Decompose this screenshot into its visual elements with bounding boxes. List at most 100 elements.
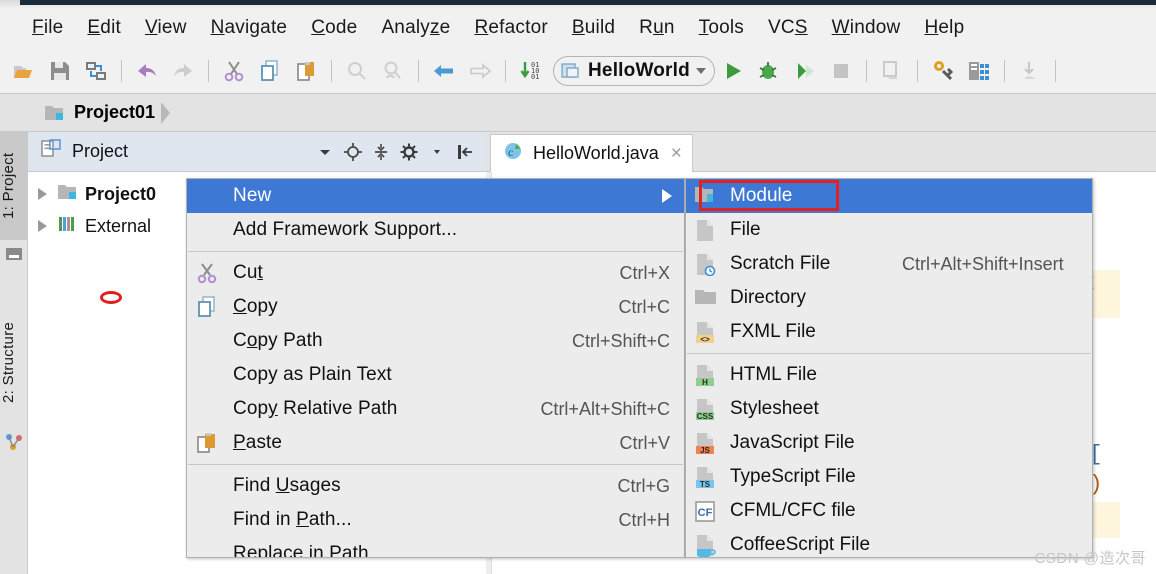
chevron-down-icon[interactable] (312, 139, 338, 165)
menu-item-shortcut: Ctrl+Shift+C (571, 330, 670, 351)
sidebar-item-project[interactable]: 1: Project (0, 132, 28, 240)
submenu-item-shortcut: Ctrl+Alt+Shift+Insert (902, 253, 1064, 274)
menu-edit[interactable]: Edit (75, 14, 133, 42)
css-file-icon: CSS (694, 398, 718, 421)
menu-item-copy-as-plain-text[interactable]: Copy as Plain Text (187, 358, 684, 392)
tool-window-stripe-left: 1: Project 2: Structure (0, 132, 28, 574)
menu-item-label: Find in Path... (233, 509, 352, 530)
cut-icon[interactable] (217, 54, 251, 88)
sync-refresh-icon[interactable] (79, 54, 113, 88)
submenu-item-coffeescript-file[interactable]: CoffeeScript File (686, 528, 1092, 557)
menu-help[interactable]: Help (912, 14, 976, 42)
hide-icon[interactable] (452, 139, 478, 165)
menu-item-find-usages[interactable]: Find Usages Ctrl+G (187, 469, 684, 503)
menu-navigate[interactable]: Navigate (199, 14, 300, 42)
run-icon[interactable] (716, 54, 750, 88)
submenu-item-label: CoffeeScript File (730, 534, 871, 555)
menu-file[interactable]: File (20, 14, 75, 42)
main-menu-bar: File Edit View Navigate Code Analyze Refactor B… (0, 8, 1156, 48)
project-structure-icon[interactable] (962, 54, 996, 88)
locate-icon[interactable] (340, 139, 366, 165)
submenu-item-typescript-file[interactable]: TS TypeScript File (686, 460, 1092, 494)
tab-helloworld-java[interactable]: c HelloWorld.java × (490, 134, 693, 172)
svg-text:01: 01 (531, 73, 539, 81)
open-folder-icon[interactable] (7, 54, 41, 88)
menu-item-copy-relative-path[interactable]: Copy Relative Path Ctrl+Alt+Shift+C (187, 392, 684, 426)
menu-item-new[interactable]: New (187, 179, 684, 213)
collapse-all-icon[interactable] (368, 139, 394, 165)
update-app-icon (875, 54, 909, 88)
submenu-item-javascript-file[interactable]: JS JavaScript File (686, 426, 1092, 460)
find-in-path-icon (376, 54, 410, 88)
menu-item-label: Replace in Path (233, 543, 369, 558)
chevron-down-icon[interactable] (424, 139, 450, 165)
menu-item-paste[interactable]: Paste Ctrl+V (187, 426, 684, 460)
submenu-item-directory[interactable]: Directory (686, 281, 1092, 315)
menu-item-label: Copy (233, 296, 278, 317)
tree-node-external-libraries-label: External (85, 215, 152, 236)
menu-item-copy-path[interactable]: Copy Path Ctrl+Shift+C (187, 324, 684, 358)
chevron-down-icon[interactable] (695, 67, 706, 74)
cf-file-icon: CF (694, 500, 718, 523)
expand-toggle-icon[interactable] (38, 188, 47, 200)
menu-code[interactable]: Code (299, 14, 369, 42)
submenu-item-stylesheet[interactable]: CSS Stylesheet (686, 392, 1092, 426)
toolbar-separator (916, 59, 918, 82)
sidebar-item-structure[interactable]: 2: Structure (0, 298, 28, 426)
close-icon[interactable]: × (671, 143, 682, 165)
submenu-item-label: Directory (730, 287, 807, 308)
submenu-item-html-file[interactable]: H HTML File (686, 358, 1092, 392)
menu-item-find-in-path[interactable]: Find in Path... Ctrl+H (187, 503, 684, 537)
submenu-item-cfml-cfc-file[interactable]: CF CFML/CFC file (686, 494, 1092, 528)
breadcrumb-project[interactable]: Project01 (44, 94, 182, 132)
menu-item-cut[interactable]: Cut Ctrl+X (187, 256, 684, 290)
menu-item-add-framework-support[interactable]: Add Framework Support... (187, 213, 684, 247)
expand-toggle-icon[interactable] (38, 220, 47, 232)
new-submenu[interactable]: Module File Scratch File Ctrl+Alt+Shift+Ins… (685, 178, 1093, 558)
run-coverage-icon[interactable] (788, 54, 822, 88)
external-libraries-icon (57, 214, 79, 239)
menu-view[interactable]: View (133, 14, 199, 42)
stripe-tab-project-label: 1: Project (0, 152, 17, 220)
submenu-item-scratch-file[interactable]: Scratch File Ctrl+Alt+Shift+Insert (686, 247, 1092, 281)
paste-icon[interactable] (289, 54, 323, 88)
java-class-run-icon: c (503, 140, 525, 167)
toolbar-separator (1054, 59, 1056, 82)
annotation-red-box-module (699, 180, 839, 211)
menu-tools[interactable]: Tools (687, 14, 756, 42)
fxml-file-icon: <> (694, 321, 718, 344)
project-tool-window-header: Project (28, 132, 486, 172)
scratch-file-icon (694, 253, 718, 277)
copy-icon[interactable] (253, 54, 287, 88)
menu-window[interactable]: Window (820, 14, 913, 42)
menu-vcs[interactable]: VCS (756, 14, 820, 42)
menu-refactor[interactable]: Refactor (462, 14, 559, 42)
menu-item-copy[interactable]: Copy Ctrl+C (187, 290, 684, 324)
svg-text:CSS: CSS (697, 412, 714, 421)
settings-wrench-icon[interactable] (926, 54, 960, 88)
menu-item-replace-in-path[interactable]: Replace in Path (187, 537, 684, 558)
menu-build[interactable]: Build (560, 14, 627, 42)
save-all-icon[interactable] (43, 54, 77, 88)
submenu-item-label: Scratch File (730, 253, 831, 274)
submenu-item-file[interactable]: File (686, 213, 1092, 247)
submenu-item-label: HTML File (730, 364, 817, 385)
submenu-item-fxml-file[interactable]: <> FXML File (686, 315, 1092, 349)
submenu-arrow-icon (662, 189, 672, 203)
toolbar-separator (505, 59, 506, 82)
redo-icon (166, 54, 200, 88)
undo-icon[interactable] (130, 54, 164, 88)
menu-item-label: Copy as Plain Text (233, 364, 392, 385)
paste-icon (195, 431, 219, 455)
menu-analyze[interactable]: Analyze (369, 14, 462, 42)
back-icon[interactable] (427, 54, 461, 88)
run-configuration-selector[interactable]: HelloWorld (553, 55, 715, 86)
menu-run[interactable]: Run (627, 14, 686, 42)
menu-item-shortcut: Ctrl+V (619, 432, 670, 453)
svg-text:JS: JS (700, 446, 710, 455)
debug-icon[interactable] (752, 54, 786, 88)
compile-icon[interactable]: 01 10 01 (514, 54, 548, 88)
gear-icon[interactable] (396, 139, 422, 165)
context-menu[interactable]: New Add Framework Support... Cut Ctrl+X Copy… (186, 178, 685, 558)
menu-item-label: Paste (233, 432, 283, 453)
